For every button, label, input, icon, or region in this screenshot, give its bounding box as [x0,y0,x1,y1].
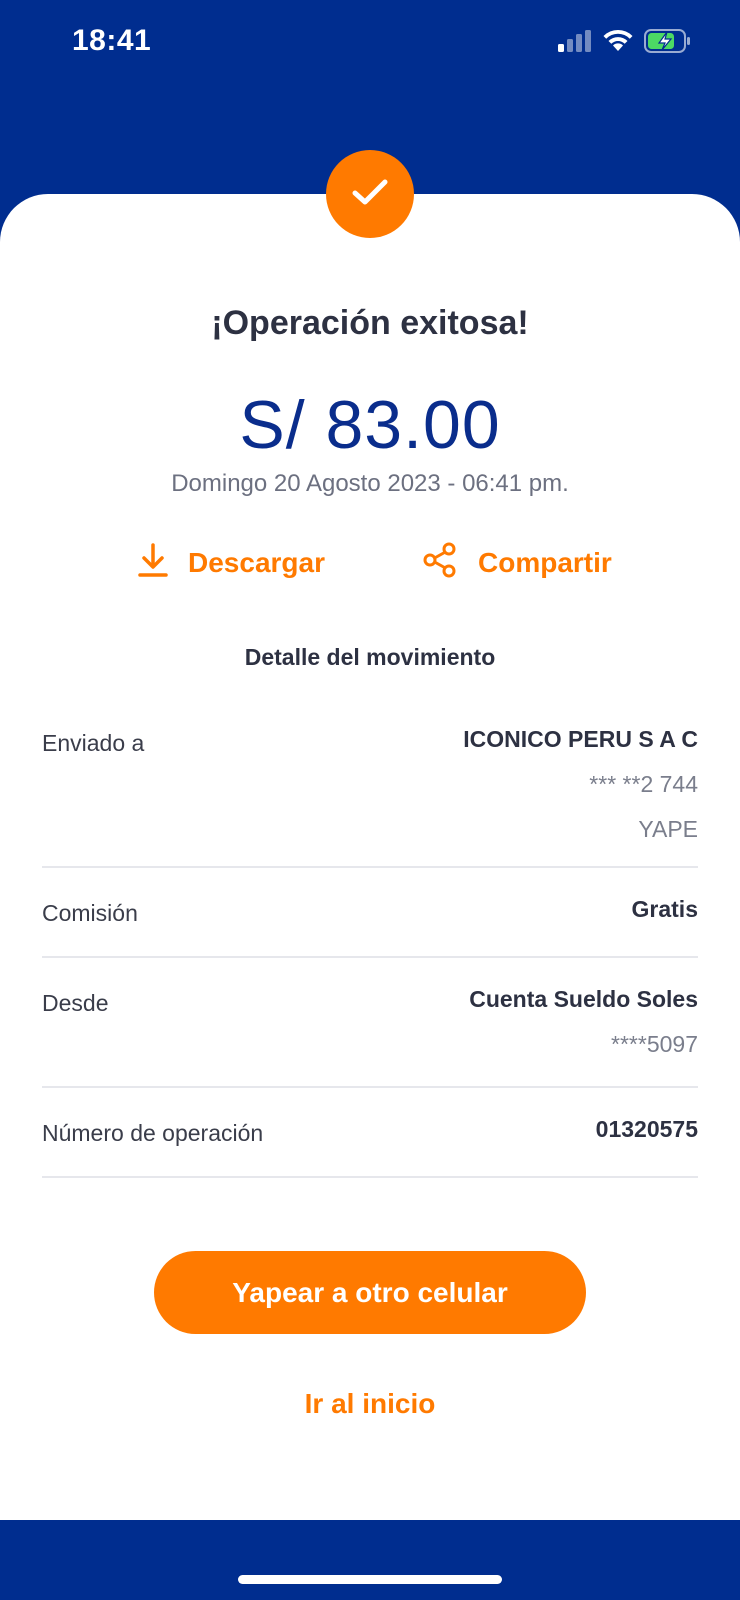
detail-row-source: Desde Cuenta Sueldo Soles ****5097 [42,958,698,1088]
row-values: Gratis [632,896,698,923]
detail-row-commission: Comisión Gratis [42,868,698,958]
share-icon [422,542,458,585]
recipient-phone: *** **2 744 [589,771,698,797]
actions-bar: Descargar Compartir [0,540,740,586]
row-label: Desde [42,990,109,1016]
detail-section-title: Detalle del movimiento [244,644,496,670]
operation-datetime: Domingo 20 Agosto 2023 - 06:41 pm. [171,470,569,497]
status-bar: 18:41 [0,0,740,90]
row-label: Número de operación [42,1120,264,1146]
bottom-bar [0,1520,740,1600]
row-values: ICONICO PERU S A C *** **2 744 YAPE [463,726,698,843]
row-label: Enviado a [42,730,145,756]
wifi-icon [602,29,634,58]
battery-charging-icon [644,28,692,58]
check-icon [350,176,390,213]
share-button[interactable]: Compartir [422,540,612,586]
go-home-link[interactable]: Ir al inicio [0,1388,740,1420]
download-label: Descargar [188,547,325,578]
row-values: Cuenta Sueldo Soles ****5097 [469,986,698,1058]
recipient-name: ICONICO PERU S A C [463,726,698,752]
status-time: 18:41 [72,24,152,57]
success-title: ¡Operación exitosa! [211,304,529,342]
amount: S/ 83.00 [239,387,501,463]
home-indicator[interactable] [238,1575,502,1584]
recipient-channel: YAPE [638,816,698,842]
status-icons [558,28,692,58]
operation-number: 01320575 [595,1116,698,1142]
source-account: Cuenta Sueldo Soles [469,986,698,1012]
signal-icon [558,29,592,57]
source-account-number: ****5097 [611,1031,698,1057]
yapear-another-phone-button[interactable]: Yapear a otro celular [154,1251,586,1334]
share-label: Compartir [478,547,612,578]
commission-value: Gratis [631,896,698,922]
detail-row-recipient: Enviado a ICONICO PERU S A C *** **2 744… [42,708,698,868]
row-values: 01320575 [596,1116,698,1143]
download-button[interactable]: Descargar [138,540,325,586]
row-label: Comisión [42,900,138,926]
success-badge [326,150,414,238]
download-icon [138,542,168,585]
detail-row-operation-number: Número de operación 01320575 [42,1088,698,1178]
